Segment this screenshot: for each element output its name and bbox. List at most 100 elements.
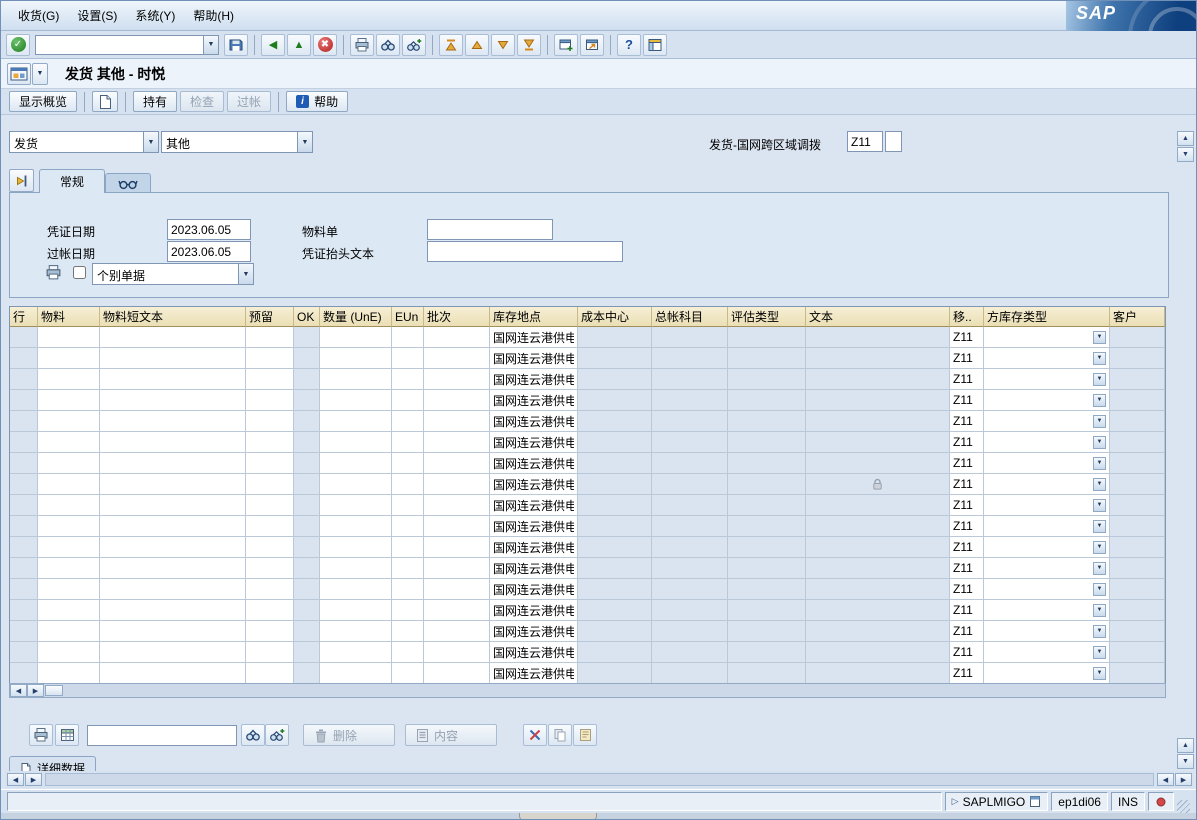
stock-type-dropdown-icon[interactable]: ▼ xyxy=(1093,541,1106,554)
cell-material_text[interactable] xyxy=(100,663,246,684)
cell-movement_type[interactable]: Z11 xyxy=(950,537,984,558)
last-page-button[interactable] xyxy=(517,34,541,56)
cell-stock_type[interactable]: ▼ xyxy=(984,432,1110,453)
cell-reservation[interactable] xyxy=(246,369,294,390)
cell-batch[interactable] xyxy=(424,390,490,411)
cell-storage_location[interactable]: 国网连云港供电 xyxy=(490,495,578,516)
column-header-eun[interactable]: EUn xyxy=(392,307,424,327)
enter-button[interactable]: ✓ xyxy=(6,34,30,56)
cell-movement_type[interactable]: Z11 xyxy=(950,558,984,579)
column-header-text[interactable]: 文本 xyxy=(806,307,950,327)
cell-material_text[interactable] xyxy=(100,453,246,474)
cell-reservation[interactable] xyxy=(246,642,294,663)
cell-storage_location[interactable]: 国网连云港供电 xyxy=(490,642,578,663)
cell-storage_location[interactable]: 国网连云港供电 xyxy=(490,558,578,579)
hold-button[interactable]: 持有 xyxy=(133,91,177,112)
cell-stock_type[interactable]: ▼ xyxy=(984,390,1110,411)
cell-quantity[interactable] xyxy=(320,432,392,453)
collapse-header-button[interactable] xyxy=(9,169,34,192)
cell-stock_type[interactable]: ▼ xyxy=(984,369,1110,390)
menu-item[interactable]: 收货(G) xyxy=(9,4,68,27)
stock-type-dropdown-icon[interactable]: ▼ xyxy=(1093,499,1106,512)
cell-material[interactable] xyxy=(38,327,100,348)
cell-storage_location[interactable]: 国网连云港供电 xyxy=(490,537,578,558)
menu-item[interactable]: 帮助(H) xyxy=(184,4,243,27)
cell-eun[interactable] xyxy=(392,642,424,663)
cell-stock_type[interactable]: ▼ xyxy=(984,516,1110,537)
cell-storage_location[interactable]: 国网连云港供电 xyxy=(490,453,578,474)
cell-storage_location[interactable]: 国网连云港供电 xyxy=(490,432,578,453)
item-find-next-button[interactable] xyxy=(265,724,289,746)
cell-quantity[interactable] xyxy=(320,390,392,411)
cell-movement_type[interactable]: Z11 xyxy=(950,390,984,411)
cell-material[interactable] xyxy=(38,411,100,432)
command-dropdown-button[interactable]: ▼ xyxy=(203,35,219,55)
cell-eun[interactable] xyxy=(392,390,424,411)
cell-storage_location[interactable]: 国网连云港供电 xyxy=(490,390,578,411)
cell-batch[interactable] xyxy=(424,453,490,474)
cell-storage_location[interactable]: 国网连云港供电 xyxy=(490,327,578,348)
cell-material_text[interactable] xyxy=(100,348,246,369)
cell-eun[interactable] xyxy=(392,516,424,537)
item-search-input[interactable] xyxy=(87,725,237,746)
cell-material_text[interactable] xyxy=(100,411,246,432)
cell-reservation[interactable] xyxy=(246,579,294,600)
cell-batch[interactable] xyxy=(424,558,490,579)
cell-material[interactable] xyxy=(38,432,100,453)
scrollbar-track[interactable] xyxy=(63,684,1165,697)
cell-eun[interactable] xyxy=(392,474,424,495)
cell-batch[interactable] xyxy=(424,474,490,495)
cell-material[interactable] xyxy=(38,495,100,516)
cell-reservation[interactable] xyxy=(246,411,294,432)
cell-movement_type[interactable]: Z11 xyxy=(950,516,984,537)
stock-type-dropdown-icon[interactable]: ▼ xyxy=(1093,352,1106,365)
cell-reservation[interactable] xyxy=(246,453,294,474)
stock-type-dropdown-icon[interactable]: ▼ xyxy=(1093,394,1106,407)
action-combo-value[interactable]: 发货 xyxy=(9,131,143,153)
cell-material[interactable] xyxy=(38,621,100,642)
save-button[interactable] xyxy=(224,34,248,56)
cell-material_text[interactable] xyxy=(100,642,246,663)
cell-movement_type[interactable]: Z11 xyxy=(950,327,984,348)
cell-material[interactable] xyxy=(38,390,100,411)
cell-quantity[interactable] xyxy=(320,642,392,663)
tab-partner[interactable] xyxy=(105,173,151,193)
context-menu-button[interactable] xyxy=(7,63,31,85)
cell-stock_type[interactable]: ▼ xyxy=(984,600,1110,621)
column-header-valuation_type[interactable]: 评估类型 xyxy=(728,307,806,327)
cell-storage_location[interactable]: 国网连云港供电 xyxy=(490,348,578,369)
cell-stock_type[interactable]: ▼ xyxy=(984,642,1110,663)
cell-storage_location[interactable]: 国网连云港供电 xyxy=(490,663,578,684)
cell-batch[interactable] xyxy=(424,537,490,558)
stock-type-dropdown-icon[interactable]: ▼ xyxy=(1093,562,1106,575)
column-header-stock_type[interactable]: 方库存类型 xyxy=(984,307,1110,327)
cell-batch[interactable] xyxy=(424,516,490,537)
cell-reservation[interactable] xyxy=(246,348,294,369)
cell-batch[interactable] xyxy=(424,579,490,600)
back-button[interactable]: ◀ xyxy=(261,34,285,56)
scroll-right-button[interactable]: ▶ xyxy=(1175,773,1192,786)
scroll-right-button[interactable]: ▶ xyxy=(25,773,42,786)
cell-batch[interactable] xyxy=(424,369,490,390)
cell-movement_type[interactable]: Z11 xyxy=(950,453,984,474)
cell-stock_type[interactable]: ▼ xyxy=(984,621,1110,642)
cell-storage_location[interactable]: 国网连云港供电 xyxy=(490,621,578,642)
cell-material[interactable] xyxy=(38,537,100,558)
cell-eun[interactable] xyxy=(392,621,424,642)
stock-type-dropdown-icon[interactable]: ▼ xyxy=(1093,520,1106,533)
cell-material[interactable] xyxy=(38,579,100,600)
delete-item-button[interactable]: 删除 xyxy=(303,724,395,746)
cell-eun[interactable] xyxy=(392,600,424,621)
cell-quantity[interactable] xyxy=(320,411,392,432)
play-triangle-icon[interactable]: ▷ xyxy=(952,796,959,807)
cell-eun[interactable] xyxy=(392,432,424,453)
cell-stock_type[interactable]: ▼ xyxy=(984,453,1110,474)
cell-quantity[interactable] xyxy=(320,663,392,684)
cell-material[interactable] xyxy=(38,369,100,390)
cell-quantity[interactable] xyxy=(320,600,392,621)
cell-storage_location[interactable]: 国网连云港供电 xyxy=(490,411,578,432)
cell-material_text[interactable] xyxy=(100,369,246,390)
cell-movement_type[interactable]: Z11 xyxy=(950,642,984,663)
cell-batch[interactable] xyxy=(424,642,490,663)
scroll-left-button[interactable]: ◀ xyxy=(7,773,24,786)
